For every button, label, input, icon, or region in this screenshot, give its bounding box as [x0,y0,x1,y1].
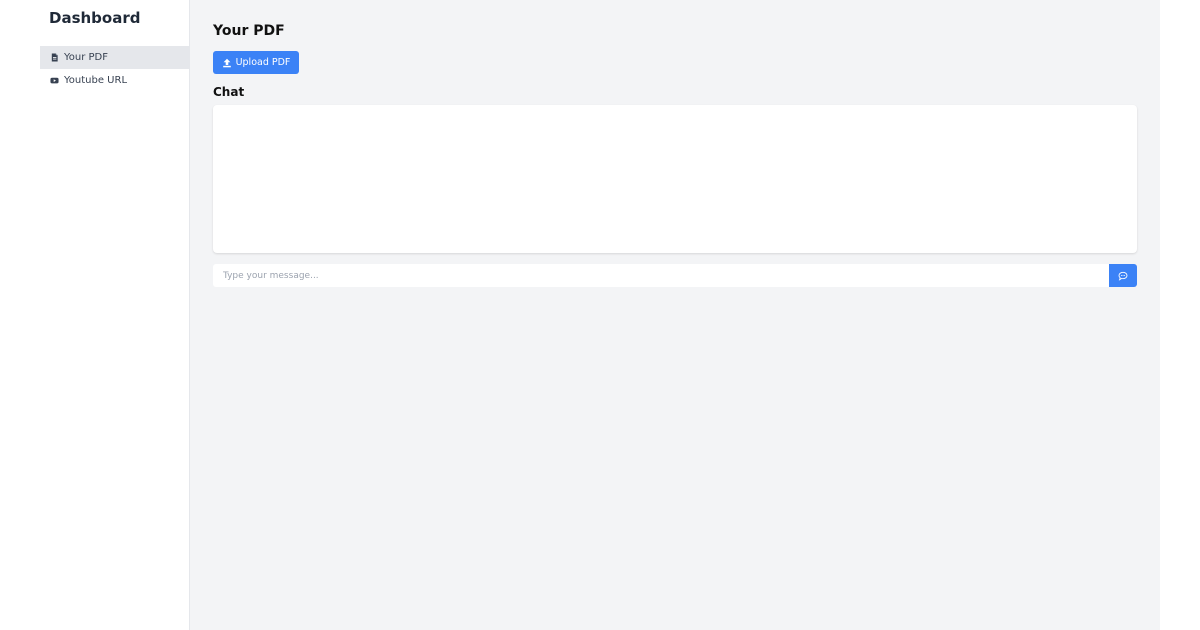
sidebar-item-youtube-url[interactable]: Youtube URL [40,69,189,92]
file-pdf-icon [50,53,59,62]
upload-button-label: Upload PDF [235,57,291,68]
upload-pdf-button[interactable]: Upload PDF [213,51,299,74]
sidebar-item-label: Youtube URL [64,75,128,86]
sidebar-nav: Your PDF Youtube URL [40,46,189,92]
sidebar-item-label: Your PDF [64,52,109,63]
chat-title: Chat [213,85,245,99]
youtube-icon [50,76,59,85]
dashboard-title: Dashboard [49,9,141,27]
chat-messages-area [213,105,1137,253]
upload-icon [222,58,232,68]
main-content: Your PDF Upload PDF Chat [190,0,1160,630]
sidebar-item-your-pdf[interactable]: Your PDF [40,46,189,69]
page-title: Your PDF [213,23,285,39]
message-input[interactable] [213,264,1109,287]
message-icon [1118,271,1128,281]
send-message-button[interactable] [1109,264,1137,287]
sidebar: Dashboard Your PDF Youtube URL [40,0,190,630]
